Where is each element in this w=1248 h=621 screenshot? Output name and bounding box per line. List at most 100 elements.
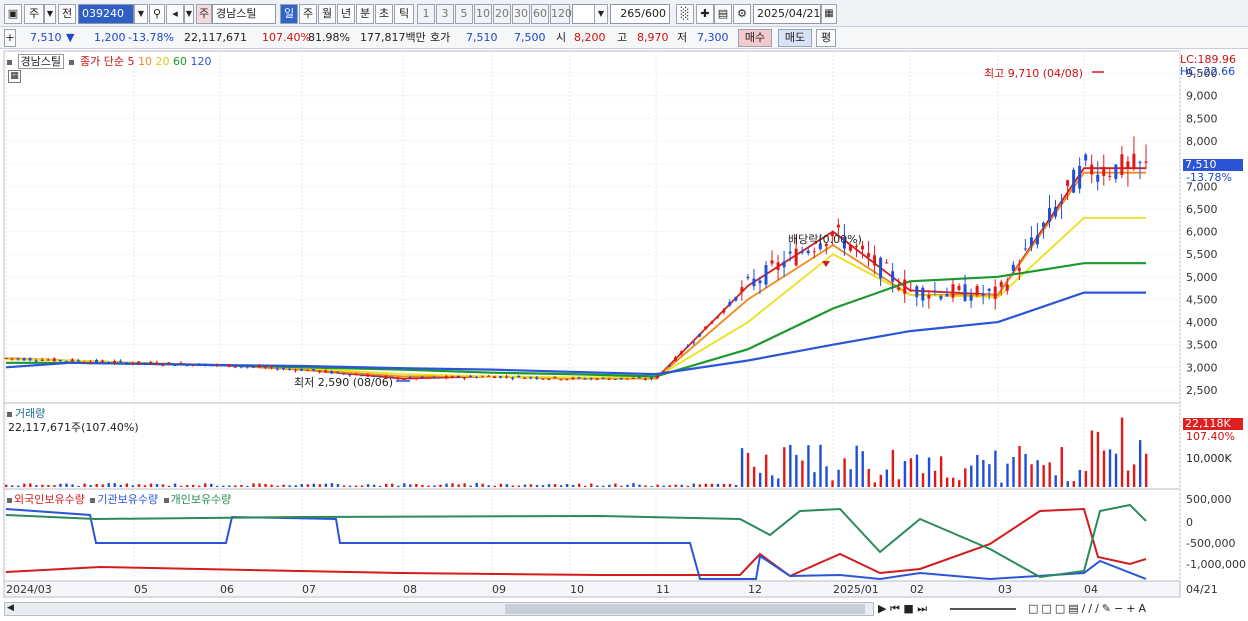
period-week-tab[interactable]: 주 — [299, 4, 317, 24]
legend-ma-60[interactable]: 60 — [173, 55, 187, 68]
interval-120[interactable]: 120 — [550, 4, 572, 24]
first-icon[interactable]: ⏮ — [890, 602, 900, 615]
period-month-tab[interactable]: 월 — [318, 4, 336, 24]
legend-foreign[interactable]: 외국인보유수량 — [14, 493, 85, 506]
window-tool-icon[interactable]: □ — [1028, 602, 1041, 615]
sell-button[interactable]: 매도 — [778, 29, 812, 47]
zoom-track[interactable] — [950, 608, 1016, 610]
candle-body — [1126, 161, 1130, 169]
split-tool-icon[interactable]: ▤ — [1068, 602, 1081, 615]
zoom-slider[interactable] — [950, 602, 1016, 615]
chart-area[interactable]: 9,5009,0008,5008,0007,5007,0006,5006,000… — [0, 49, 1248, 621]
legend-square-icon — [163, 498, 169, 503]
count-input[interactable]: 265/600 — [610, 4, 670, 24]
period-year-tab[interactable]: 년 — [337, 4, 355, 24]
speaker-icon[interactable]: ◂ — [166, 4, 184, 24]
crosshair-icon[interactable]: ✚ — [696, 4, 714, 24]
legend-ma-10[interactable]: 10 — [138, 55, 152, 68]
stock-code-input[interactable]: 039240 — [78, 4, 134, 24]
grid-toggle-icon[interactable]: ▦ — [8, 70, 21, 83]
legend-ma-title[interactable]: 종가 단순 — [80, 55, 124, 68]
interval-1[interactable]: 1 — [417, 4, 435, 24]
volume-bar — [1084, 471, 1088, 487]
overlay-tool-icon[interactable]: □ — [1055, 602, 1068, 615]
candle-body — [752, 278, 756, 287]
interval-5[interactable]: 5 — [455, 4, 473, 24]
prev-button[interactable]: 전 — [58, 4, 76, 24]
market-kind-select[interactable]: 주 — [24, 4, 44, 24]
legend-ma-20[interactable]: 20 — [155, 55, 169, 68]
scroll-thumb[interactable] — [505, 604, 865, 614]
volume-bar — [553, 484, 557, 487]
period-second-tab[interactable]: 초 — [375, 4, 393, 24]
legend-individual[interactable]: 개인보유수량 — [171, 493, 232, 506]
volume-bar — [204, 483, 207, 487]
chevron-down-icon[interactable]: ▼ — [44, 4, 56, 24]
candle-body — [505, 376, 509, 378]
interval-3[interactable]: 3 — [436, 4, 454, 24]
volume-bar — [1042, 465, 1045, 487]
candle-body — [76, 360, 80, 362]
legend-institution[interactable]: 기관보유수량 — [97, 493, 158, 506]
buy-button[interactable]: 매수 — [738, 29, 772, 47]
stop-icon[interactable]: ■ — [903, 602, 913, 615]
period-tick-tab[interactable]: 틱 — [394, 4, 414, 24]
volume-bar — [1120, 417, 1124, 487]
last-icon[interactable]: ⏭ — [917, 602, 927, 615]
window-icon[interactable]: ▣ — [4, 4, 22, 24]
interval-20[interactable]: 20 — [493, 4, 511, 24]
horizontal-scrollbar[interactable]: ◀ — [4, 602, 874, 616]
zoom-in-icon[interactable]: + — [1126, 602, 1138, 615]
scroll-left-icon[interactable]: ◀ — [7, 603, 14, 613]
hc-label: HC:-22.66 — [1180, 65, 1236, 78]
date-input[interactable]: 2025/04/21 — [753, 4, 821, 24]
save-icon[interactable]: ▤ — [714, 4, 732, 24]
volume-bar — [47, 485, 50, 487]
ask-price: 7,510 — [466, 31, 498, 44]
legend-ma-120[interactable]: 120 — [190, 55, 211, 68]
candle-body — [450, 376, 454, 378]
stock-chart-svg[interactable]: 9,5009,0008,5008,0007,5007,0006,5006,000… — [0, 49, 1248, 621]
chevron-down-icon[interactable]: ▼ — [184, 4, 194, 24]
candle-body — [957, 285, 961, 290]
candle-body — [221, 364, 225, 366]
copy-tool-icon[interactable]: □ — [1041, 602, 1054, 615]
font-size-icon[interactable]: A — [1138, 602, 1149, 615]
volume-bar — [668, 485, 671, 487]
stock-name-field[interactable]: 경남스틸 — [212, 4, 276, 24]
legend-ma-5[interactable]: 5 — [127, 55, 134, 68]
candle-body — [143, 362, 147, 364]
fib-tool-icon[interactable]: ∕ — [1095, 602, 1102, 615]
chevron-down-icon[interactable]: ▼ — [594, 4, 608, 24]
period-day-tab[interactable]: 일 — [280, 4, 298, 24]
volume-bar — [994, 450, 997, 487]
candle-body — [28, 358, 32, 361]
candle-icon[interactable]: ░ — [676, 4, 694, 24]
calendar-icon[interactable]: ▦ — [821, 4, 837, 24]
code-dropdown-icon[interactable]: ▼ — [134, 4, 148, 24]
candle-body — [197, 363, 201, 366]
legend-stock-name[interactable]: 경남스틸 — [17, 54, 64, 69]
add-icon[interactable]: + — [4, 29, 16, 47]
interval-10[interactable]: 10 — [474, 4, 492, 24]
volume-bar — [1018, 445, 1021, 487]
candle-body — [269, 366, 273, 368]
eval-button[interactable]: 평 — [816, 29, 836, 47]
interval-60[interactable]: 60 — [531, 4, 549, 24]
holdings-tick-label: 500,000 — [1186, 493, 1232, 506]
volume-bar — [565, 483, 569, 487]
candle-body — [245, 366, 249, 368]
scroll-right-icon[interactable]: ▶ — [878, 602, 886, 615]
price-tick-label: 6,000 — [1186, 226, 1218, 239]
gear-icon[interactable]: ⚙ — [733, 4, 751, 24]
price-legend: 경남스틸 종가 단순 5 10 20 60 120 — [7, 53, 211, 69]
zoom-out-icon[interactable]: − — [1114, 602, 1126, 615]
candle-body — [191, 364, 195, 366]
holdings-tick-label: 0 — [1186, 516, 1193, 529]
interval-30[interactable]: 30 — [512, 4, 530, 24]
candle-body — [734, 297, 738, 301]
period-minute-tab[interactable]: 분 — [356, 4, 374, 24]
search-icon[interactable]: ⚲ — [149, 4, 165, 24]
pen-tool-icon[interactable]: ✎ — [1102, 602, 1114, 615]
price-tick-label: 2,500 — [1186, 384, 1218, 397]
